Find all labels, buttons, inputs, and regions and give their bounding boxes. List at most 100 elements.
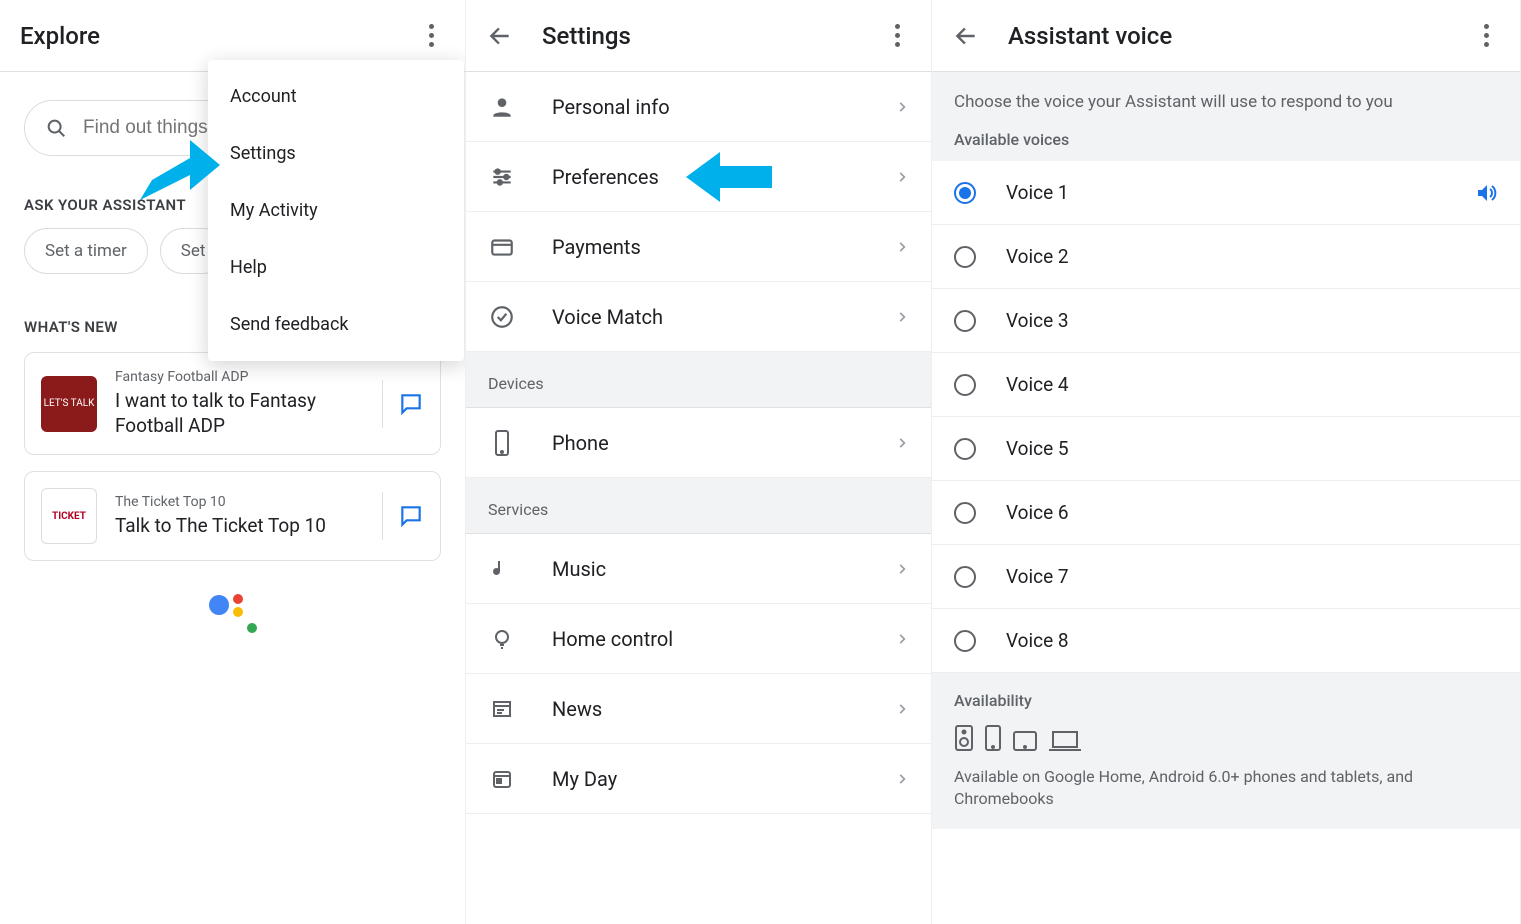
tablet-icon	[1012, 730, 1038, 752]
settings-item-personal-info[interactable]: Personal info	[466, 72, 931, 142]
phone-device-icon	[984, 724, 1002, 752]
explore-panel: Explore ASK YOUR ASSISTANT Set a timer S…	[0, 0, 466, 924]
chevron-right-icon	[895, 436, 909, 450]
list-label: Voice Match	[552, 305, 663, 329]
menu-help[interactable]: Help	[208, 239, 464, 296]
menu-settings[interactable]: Settings	[208, 125, 464, 182]
chevron-right-icon	[895, 562, 909, 576]
chevron-right-icon	[895, 170, 909, 184]
voice-label: Voice 7	[1006, 565, 1069, 588]
devices-subheader: Devices	[466, 352, 931, 408]
thumb-text: LET'S TALK	[44, 398, 95, 409]
annotation-arrow-icon	[140, 140, 220, 210]
card-chat-icon[interactable]	[382, 380, 424, 428]
chevron-right-icon	[895, 632, 909, 646]
person-icon	[488, 94, 516, 120]
voice-option[interactable]: Voice 5	[932, 417, 1520, 481]
radio-selected-icon[interactable]	[954, 182, 976, 204]
voice-option[interactable]: Voice 4	[932, 353, 1520, 417]
more-icon[interactable]	[883, 22, 911, 50]
search-icon	[45, 117, 67, 139]
whats-new-card[interactable]: TICKET The Ticket Top 10 Talk to The Tic…	[24, 471, 441, 561]
voice-label: Voice 8	[1006, 629, 1069, 652]
list-label: My Day	[552, 767, 617, 791]
voice-option[interactable]: Voice 2	[932, 225, 1520, 289]
page-title: Assistant voice	[1008, 22, 1172, 50]
volume-icon[interactable]	[1474, 181, 1498, 205]
annotation-arrow-icon	[686, 152, 772, 202]
radio-icon[interactable]	[954, 310, 976, 332]
radio-icon[interactable]	[954, 246, 976, 268]
music-icon	[488, 557, 516, 581]
services-subheader: Services	[466, 478, 931, 534]
chip-set-timer[interactable]: Set a timer	[24, 228, 148, 274]
back-icon[interactable]	[952, 22, 980, 50]
radio-icon[interactable]	[954, 502, 976, 524]
voice-option[interactable]: Voice 8	[932, 609, 1520, 673]
menu-account[interactable]: Account	[208, 68, 464, 125]
page-title: Settings	[542, 22, 631, 50]
chevron-right-icon	[895, 100, 909, 114]
phone-icon	[488, 429, 516, 457]
more-icon[interactable]	[1472, 22, 1500, 50]
news-icon	[488, 697, 516, 721]
settings-item-payments[interactable]: Payments	[466, 212, 931, 282]
availability-text: Available on Google Home, Android 6.0+ p…	[954, 766, 1498, 811]
settings-item-music[interactable]: Music	[466, 534, 931, 604]
settings-item-phone[interactable]: Phone	[466, 408, 931, 478]
list-label: News	[552, 697, 602, 721]
laptop-icon	[1048, 730, 1082, 752]
card-eyebrow: The Ticket Top 10	[115, 494, 364, 510]
voice-option[interactable]: Voice 6	[932, 481, 1520, 545]
assistant-logo	[0, 577, 465, 633]
list-label: Preferences	[552, 165, 659, 189]
voice-option[interactable]: Voice 3	[932, 289, 1520, 353]
radio-icon[interactable]	[954, 630, 976, 652]
settings-item-news[interactable]: News	[466, 674, 931, 744]
radio-icon[interactable]	[954, 566, 976, 588]
back-icon[interactable]	[486, 22, 514, 50]
chevron-right-icon	[895, 310, 909, 324]
voice-label: Voice 3	[1006, 309, 1069, 332]
voice-description: Choose the voice your Assistant will use…	[954, 92, 1498, 112]
chevron-right-icon	[895, 240, 909, 254]
more-icon[interactable]	[417, 22, 445, 50]
voice-option[interactable]: Voice 1	[932, 161, 1520, 225]
list-label: Personal info	[552, 95, 670, 119]
availability-block: Availability Available on Google Home, A…	[932, 673, 1520, 829]
list-label: Payments	[552, 235, 641, 259]
card-body: Fantasy Football ADP I want to talk to F…	[115, 369, 364, 438]
settings-item-preferences[interactable]: Preferences	[466, 142, 931, 212]
settings-appbar: Settings	[466, 0, 931, 72]
voice-label: Voice 4	[1006, 373, 1069, 396]
card-chat-icon[interactable]	[382, 492, 424, 540]
list-label: Home control	[552, 627, 673, 651]
voice-label: Voice 6	[1006, 501, 1069, 524]
voice-label: Voice 1	[1006, 181, 1069, 204]
overflow-menu: Account Settings My Activity Help Send f…	[208, 60, 464, 361]
menu-my-activity[interactable]: My Activity	[208, 182, 464, 239]
menu-send-feedback[interactable]: Send feedback	[208, 296, 464, 353]
radio-icon[interactable]	[954, 438, 976, 460]
card-title: I want to talk to Fantasy Football ADP	[115, 389, 364, 438]
radio-icon[interactable]	[954, 374, 976, 396]
settings-item-my-day[interactable]: My Day	[466, 744, 931, 814]
whats-new-label: WHAT'S NEW	[24, 318, 118, 336]
card-eyebrow: Fantasy Football ADP	[115, 369, 364, 385]
assistant-voice-panel: Assistant voice Choose the voice your As…	[932, 0, 1521, 924]
available-voices-label: Available voices	[954, 130, 1498, 149]
whats-new-card[interactable]: LET'S TALK Fantasy Football ADP I want t…	[24, 352, 441, 455]
voice-option[interactable]: Voice 7	[932, 545, 1520, 609]
voice-info-block: Choose the voice your Assistant will use…	[932, 72, 1520, 161]
page-title: Explore	[20, 22, 100, 50]
card-thumbnail: TICKET	[41, 488, 97, 544]
settings-item-home-control[interactable]: Home control	[466, 604, 931, 674]
bulb-icon	[488, 627, 516, 651]
speaker-icon	[954, 724, 974, 752]
card-body: The Ticket Top 10 Talk to The Ticket Top…	[115, 494, 364, 539]
calendar-icon	[488, 767, 516, 791]
card-title: Talk to The Ticket Top 10	[115, 514, 364, 539]
device-icons	[954, 724, 1498, 752]
settings-item-voice-match[interactable]: Voice Match	[466, 282, 931, 352]
chevron-right-icon	[895, 772, 909, 786]
